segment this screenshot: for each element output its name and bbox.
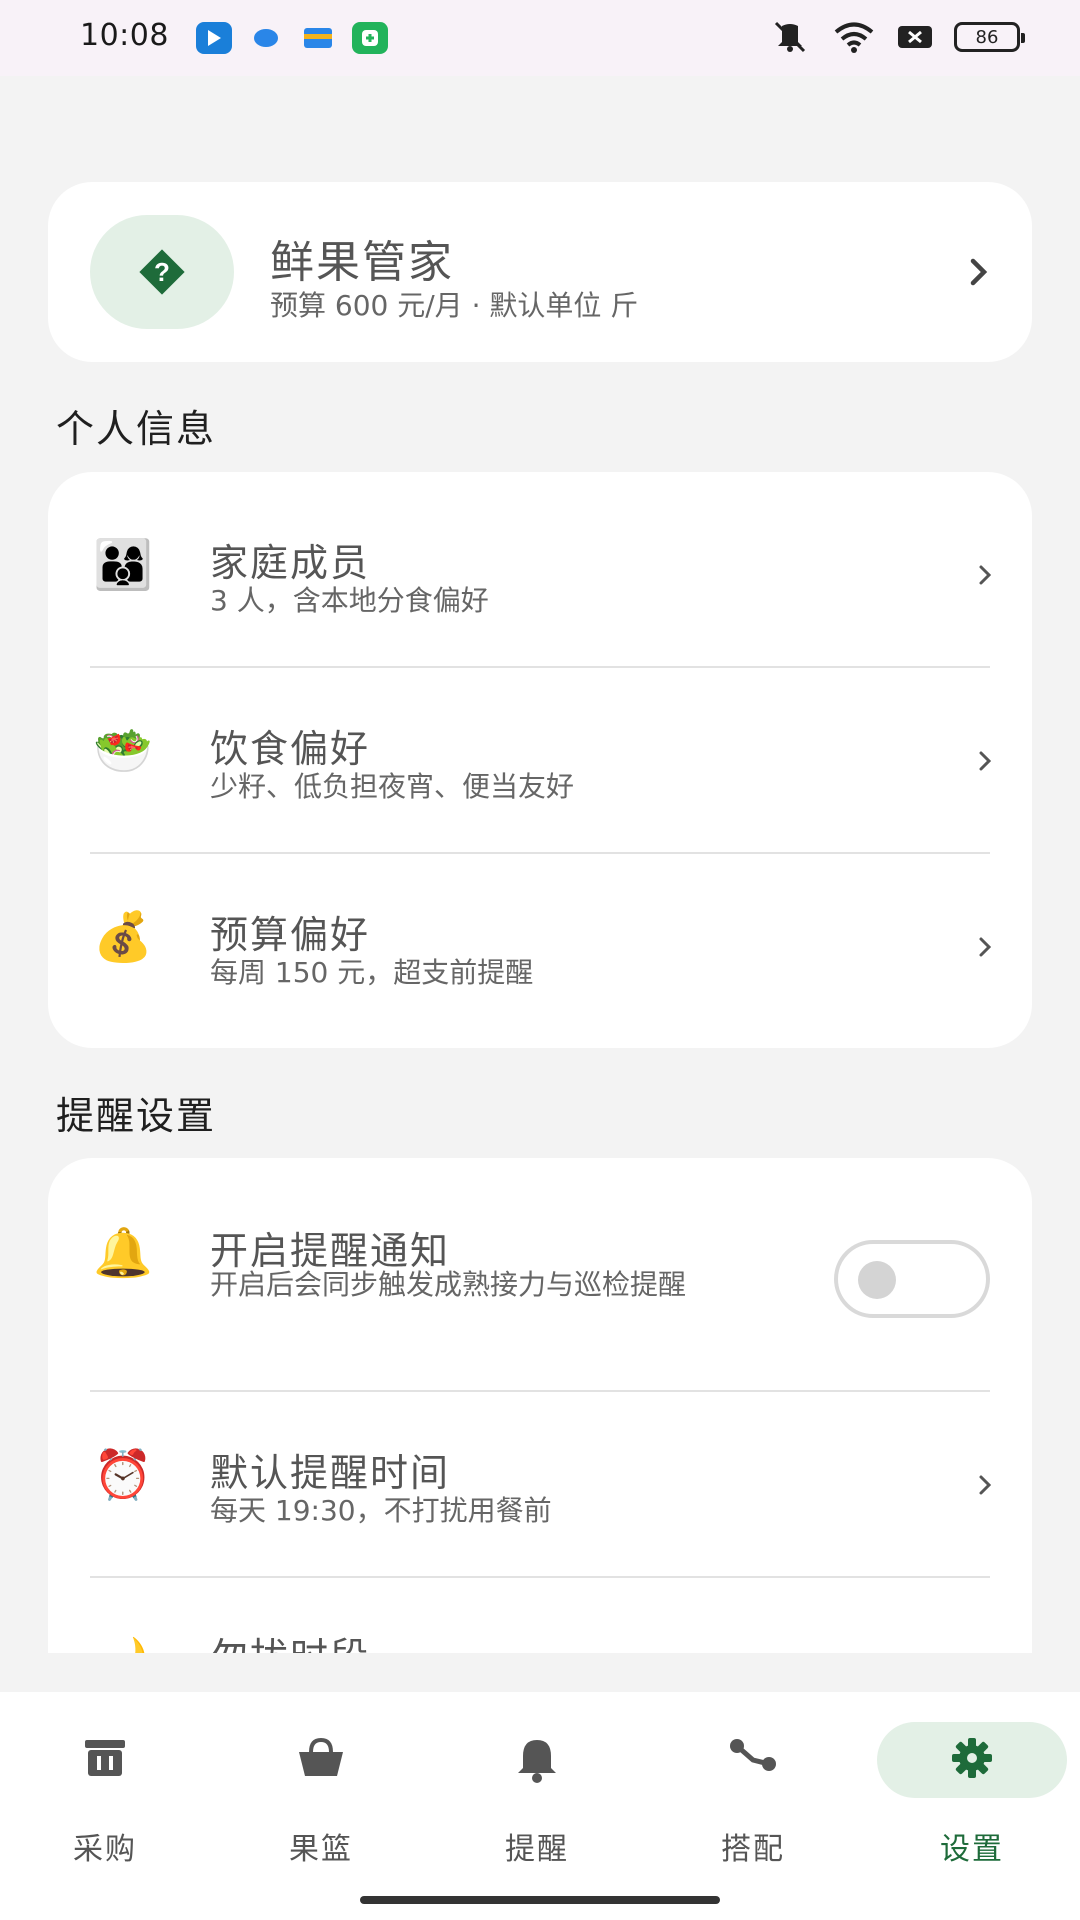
personal-info-card: 👨‍👩‍👦 家庭成员 3 人，含本地分食偏好 🥗 饮食偏好 少籽、低负担夜宵、便… (48, 472, 1032, 1048)
moon-icon: 🌙 (90, 1626, 156, 1653)
chevron-right-icon (979, 565, 992, 585)
toggle-knob (858, 1261, 896, 1299)
row-subtitle: 3 人，含本地分食偏好 (210, 584, 489, 617)
row-subtitle: 开启后会同步触发成熟接力与巡检提醒 (210, 1268, 687, 1301)
section-title-reminder: 提醒设置 (56, 1094, 217, 1138)
chevron-right-icon (970, 258, 988, 286)
settings-row-family[interactable]: 👨‍👩‍👦 家庭成员 3 人，含本地分食偏好 (48, 472, 1032, 658)
settings-row-notify: 🔔 开启提醒通知 开启后会同步触发成熟接力与巡检提醒 (48, 1158, 1032, 1390)
nav-item-settings[interactable]: 设置 (872, 1722, 1072, 1872)
sim-off-icon (898, 26, 932, 48)
profile-subtitle: 预算 600 元/月 · 默认单位 斤 (270, 289, 639, 322)
question-diamond-icon: ? (139, 249, 185, 295)
bell-icon: 🔔 (93, 1225, 153, 1281)
status-system-icons: 86 (768, 20, 1025, 54)
nav-item-basket[interactable]: 果篮 (226, 1722, 416, 1872)
notification-app-icon (300, 22, 336, 54)
notification-app-icon (248, 22, 284, 54)
bottom-nav: 采购 果篮 提醒 搭配 设置 (0, 1692, 1080, 1920)
row-subtitle: 少籽、低负担夜宵、便当友好 (210, 770, 575, 803)
notify-toggle[interactable] (834, 1240, 990, 1318)
chevron-right-icon (979, 751, 992, 771)
money-bag-icon: 💰 (93, 909, 153, 965)
row-title: 默认提醒时间 (210, 1451, 451, 1495)
purchase-icon (10, 1736, 200, 1784)
row-title: 家庭成员 (210, 541, 371, 585)
settings-row-budget[interactable]: 💰 预算偏好 每周 150 元，超支前提醒 (48, 854, 1032, 1040)
nav-label: 果篮 (289, 1832, 353, 1867)
status-bar: 10:08 86 (0, 0, 1080, 76)
nav-item-reminder[interactable]: 提醒 (442, 1722, 632, 1872)
bell-icon (442, 1736, 632, 1784)
row-subtitle: 每周 150 元，超支前提醒 (210, 956, 534, 989)
home-indicator[interactable] (360, 1896, 720, 1904)
settings-row-quiet-hours[interactable]: 🌙 勿扰时段 (48, 1578, 1032, 1653)
status-time: 10:08 (80, 18, 169, 53)
salad-icon: 🥗 (93, 723, 153, 779)
nav-label: 搭配 (721, 1832, 785, 1867)
nav-label: 采购 (73, 1832, 137, 1867)
nav-label: 提醒 (505, 1832, 569, 1867)
row-subtitle: 每天 19:30，不打扰用餐前 (210, 1494, 552, 1527)
pairing-icon (658, 1736, 848, 1784)
basket-icon (226, 1736, 416, 1784)
nav-label: 设置 (940, 1832, 1004, 1867)
row-title: 预算偏好 (210, 913, 371, 957)
notification-app-icon (196, 22, 232, 54)
reminder-settings-card: 🔔 开启提醒通知 开启后会同步触发成熟接力与巡检提醒 ⏰ 默认提醒时间 每天 1… (48, 1158, 1032, 1653)
settings-row-default-time[interactable]: ⏰ 默认提醒时间 每天 19:30，不打扰用餐前 (48, 1392, 1032, 1578)
wifi-icon (834, 22, 874, 53)
nav-item-pairing[interactable]: 搭配 (658, 1722, 848, 1872)
svg-text:?: ? (154, 257, 170, 287)
chevron-right-icon (979, 1475, 992, 1495)
chevron-right-icon (979, 937, 992, 957)
notification-app-icon (352, 22, 388, 54)
alarm-clock-icon: ⏰ (93, 1447, 153, 1503)
avatar: ? (90, 215, 234, 329)
battery-indicator: 86 (954, 22, 1025, 52)
row-title: 饮食偏好 (210, 727, 371, 771)
profile-name: 鲜果管家 (270, 237, 454, 288)
nav-item-purchase[interactable]: 采购 (10, 1722, 200, 1872)
family-icon: 👨‍👩‍👦 (93, 537, 153, 593)
settings-icon (872, 1736, 1072, 1784)
mute-icon (774, 21, 806, 53)
status-app-icons (196, 22, 388, 54)
section-title-personal: 个人信息 (56, 407, 217, 451)
settings-row-diet[interactable]: 🥗 饮食偏好 少籽、低负担夜宵、便当友好 (48, 668, 1032, 854)
profile-card[interactable]: ? 鲜果管家 预算 600 元/月 · 默认单位 斤 (48, 182, 1032, 362)
row-title: 勿扰时段 (210, 1626, 370, 1653)
